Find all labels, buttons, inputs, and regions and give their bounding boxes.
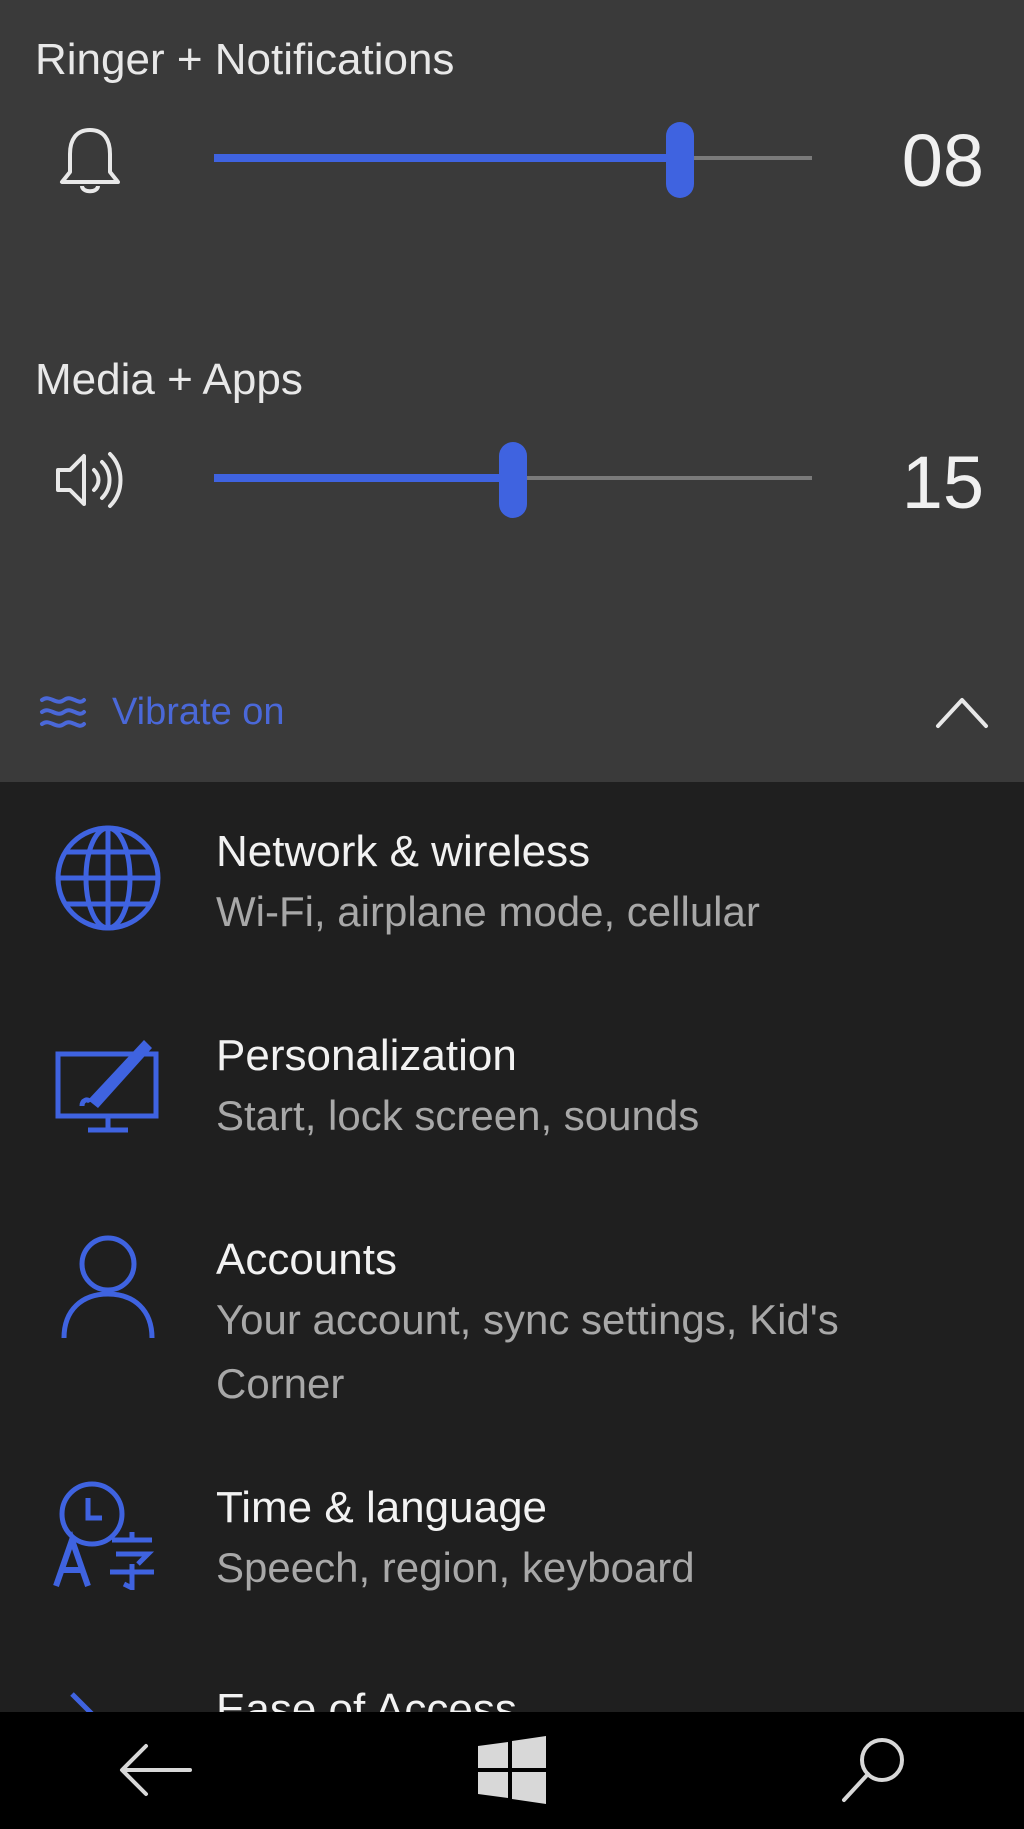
media-slider-fill [214, 474, 513, 482]
settings-item-description: Speech, region, keyboard [216, 1544, 695, 1591]
back-arrow-icon[interactable] [116, 1734, 196, 1806]
settings-item-description: Your account, sync settings, Kid's Corne… [216, 1296, 839, 1407]
settings-category-list: Network & wireless Wi-Fi, airplane mode,… [0, 782, 1024, 1712]
search-icon[interactable] [834, 1734, 914, 1806]
settings-item-description: Wi-Fi, airplane mode, cellular [216, 888, 760, 935]
chevron-up-icon[interactable] [934, 688, 990, 736]
settings-item-personalization[interactable]: Personalization Start, lock screen, soun… [0, 1026, 1024, 1186]
speaker-icon [56, 452, 123, 508]
bell-icon [60, 128, 120, 194]
settings-item-title: Accounts [216, 1235, 397, 1284]
vibrate-label: Vibrate on [112, 690, 285, 733]
settings-item-ease-of-access[interactable]: Ease of Access [0, 1684, 1024, 1712]
ringer-slider-thumb[interactable] [666, 122, 695, 198]
globe-icon [55, 825, 161, 931]
ringer-label: Ringer + Notifications [35, 35, 455, 84]
media-volume-slider[interactable] [214, 438, 812, 518]
settings-item-accounts[interactable]: Accounts Your account, sync settings, Ki… [0, 1230, 1024, 1460]
ringer-slider-fill [214, 154, 681, 162]
settings-item-network[interactable]: Network & wireless Wi-Fi, airplane mode,… [0, 822, 1024, 982]
media-label: Media + Apps [35, 355, 303, 404]
ringer-volume-value: 08 [901, 119, 984, 202]
navigation-bar [0, 1712, 1024, 1829]
settings-item-title: Network & wireless [216, 827, 591, 876]
ease-of-access-icon [70, 1692, 94, 1712]
settings-item-description: Start, lock screen, sounds [216, 1092, 700, 1139]
settings-item-title: Personalization [216, 1031, 517, 1080]
vibrate-toggle[interactable]: Vibrate on [38, 682, 285, 742]
media-volume-value: 15 [901, 441, 984, 524]
time-language-icon [53, 1481, 155, 1590]
windows-logo-icon[interactable] [472, 1734, 552, 1806]
settings-item-title: Time & language [216, 1483, 548, 1532]
personalization-icon [55, 1040, 159, 1133]
settings-item-time-language[interactable]: Time & language Speech, region, keyboard [0, 1478, 1024, 1638]
settings-screen: Ringer + Notifications 08 Media + Apps 1… [0, 0, 1024, 1829]
ringer-volume-slider[interactable] [214, 118, 812, 198]
media-slider-thumb[interactable] [499, 442, 527, 518]
settings-item-title: Ease of Access [216, 1685, 517, 1712]
volume-panel: Ringer + Notifications 08 Media + Apps 1… [0, 0, 1024, 782]
vibrate-icon [40, 696, 86, 728]
person-icon [61, 1235, 155, 1339]
